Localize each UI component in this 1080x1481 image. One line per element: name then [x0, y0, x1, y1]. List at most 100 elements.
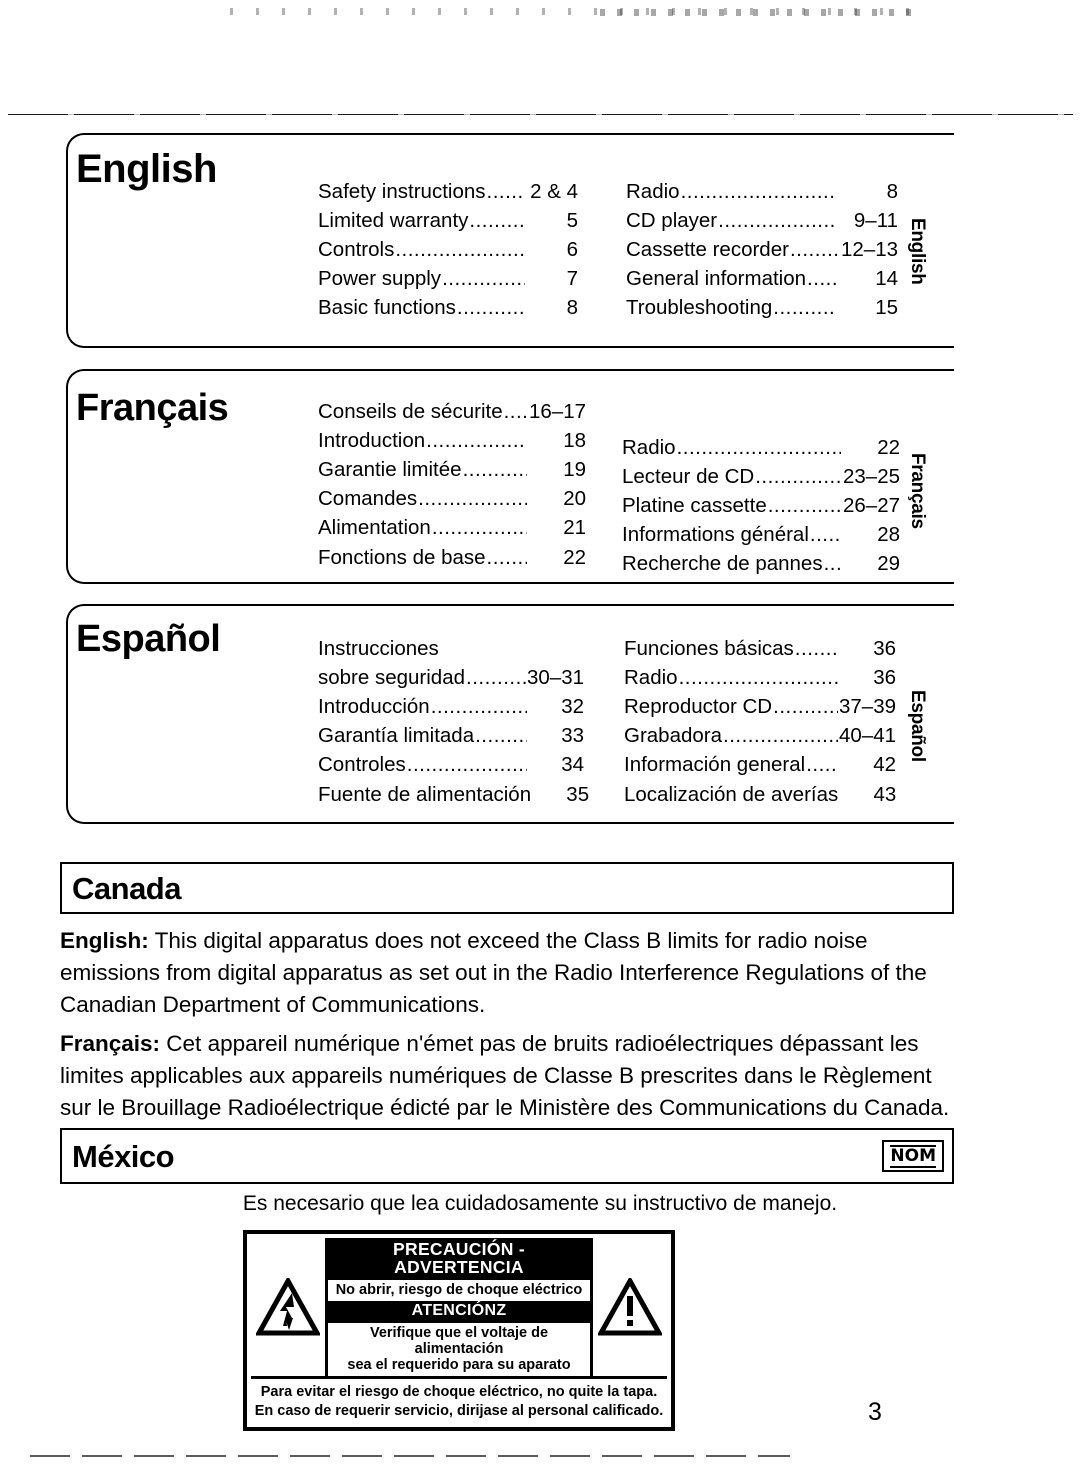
toc-leader-dots: ........................................…	[718, 209, 837, 233]
toc-entry-page: 12–13	[840, 238, 898, 262]
toc-leader-dots: ........................................…	[430, 695, 527, 719]
scan-artifact-top-secondary	[600, 9, 920, 16]
placard-top-row: PRECAUCIÓN - ADVERTENCIA No abrir, riesg…	[251, 1238, 667, 1380]
toc-entry-label: Informations général	[622, 523, 809, 547]
toc-leader-dots: ........................................…	[466, 666, 526, 690]
toc-entry-page: 16–17	[528, 400, 586, 423]
toc-entry[interactable]: Informations général....................…	[622, 520, 900, 549]
toc-leader-dots: ........................................…	[678, 666, 839, 690]
side-tab-francais: Français	[907, 453, 928, 529]
toc-entry-label: Alimentation	[318, 516, 431, 540]
toc-entry[interactable]: Recherche de pannes.....................…	[622, 549, 900, 578]
lightning-triangle-cell	[251, 1238, 328, 1377]
toc-entry[interactable]: Safety instructions.....................…	[318, 177, 578, 206]
toc-leader-dots: ........................................…	[426, 429, 527, 453]
toc-entry-label: Radio	[622, 436, 676, 459]
toc-entry[interactable]: Introducción............................…	[318, 692, 584, 721]
toc-entry-label: Lecteur de CD	[622, 465, 755, 489]
page-number: 3	[868, 1398, 882, 1426]
toc-entry-label: Controls	[318, 238, 395, 262]
toc-entry[interactable]: Fonctions de base.......................…	[318, 543, 586, 572]
toc-leader-dots: ........................................…	[431, 516, 527, 540]
toc-entry[interactable]: Troubleshooting.........................…	[626, 293, 898, 322]
toc-francais: Conseils de sécurite....................…	[318, 397, 900, 579]
toc-entry-label: Fonctions de base	[318, 545, 486, 569]
toc-entry-page: 22	[877, 436, 900, 459]
toc-entry-page: 21	[563, 516, 586, 540]
toc-entry[interactable]: Radio...................................…	[622, 433, 900, 462]
toc-entry[interactable]: Reproductor CD..........................…	[624, 692, 896, 721]
toc-entry[interactable]: sobre seguridad.........................…	[318, 663, 584, 692]
nom-rule-bottom	[890, 1166, 936, 1168]
toc-entry-page: 6	[566, 238, 578, 262]
canada-english-paragraph: English: This digital apparatus does not…	[60, 925, 956, 1021]
toc-entry-page: 28	[877, 523, 900, 547]
toc-entry[interactable]: General information.....................…	[626, 264, 898, 293]
toc-entry-page: 9–11	[853, 209, 898, 233]
toc-entry[interactable]: Lecteur de CD...........................…	[622, 462, 900, 491]
toc-entry[interactable]: Funciones básicas.......................…	[624, 634, 896, 663]
toc-entry-page: 23–25	[842, 465, 900, 489]
toc-entry[interactable]: Conseils de sécurite....................…	[318, 397, 586, 426]
toc-entry[interactable]: Alimentation............................…	[318, 513, 586, 542]
panel-title-espanol: Español	[76, 618, 221, 660]
toc-entry-label: Fuente de alimentación	[318, 782, 532, 806]
toc-entry[interactable]: CD player...............................…	[626, 206, 898, 235]
toc-leader-dots: ........................................…	[395, 238, 525, 262]
exclamation-triangle-cell	[590, 1238, 667, 1377]
toc-column: Radio...................................…	[626, 177, 898, 323]
toc-entry-label: Recherche de pannes	[622, 552, 823, 576]
language-panel-francais: Français Conseils de sécurite...........…	[66, 369, 952, 584]
panel-rule-top	[84, 369, 954, 371]
toc-column: Conseils de sécurite....................…	[318, 397, 586, 579]
toc-entry[interactable]: Introduction............................…	[318, 426, 586, 455]
toc-column: Safety instructions.....................…	[318, 177, 578, 323]
toc-entry[interactable]: Radio...................................…	[624, 663, 896, 692]
scan-rule-top	[8, 114, 1073, 115]
toc-entry[interactable]: Localización de averías.................…	[624, 780, 896, 809]
language-panel-english: English Safety instructions.............…	[66, 133, 952, 348]
panel-rule-bottom	[84, 582, 954, 584]
toc-leader-dots: ........................................…	[807, 267, 837, 291]
nom-certification-badge: NOM	[882, 1140, 944, 1172]
toc-entry-page: 43	[873, 782, 897, 806]
canada-english-text: This digital apparatus does not exceed t…	[60, 928, 927, 1017]
toc-column: Radio...................................…	[622, 433, 900, 579]
toc-entry-page: 34	[561, 753, 584, 777]
panel-title-francais: Français	[76, 387, 229, 429]
toc-column: Funciones básicas.......................…	[624, 634, 896, 809]
toc-entry[interactable]: Limited warranty........................…	[318, 206, 578, 235]
toc-entry-page: 36	[873, 666, 896, 690]
toc-entry-label: Safety instructions	[318, 180, 486, 203]
toc-entry-label: Controles	[318, 753, 406, 777]
toc-entry[interactable]: Garantie limitée........................…	[318, 455, 586, 484]
toc-entry-page: 8	[566, 296, 578, 320]
toc-entry[interactable]: Garantía limitada.......................…	[318, 721, 584, 750]
panel-rule-bottom	[84, 346, 954, 348]
scan-rule-bottom	[30, 1455, 790, 1457]
toc-entry[interactable]: Radio...................................…	[626, 177, 898, 206]
toc-entry[interactable]: Instrucciones...........................…	[318, 634, 584, 663]
toc-entry[interactable]: Controles...............................…	[318, 750, 584, 779]
toc-leader-dots: ........................................…	[418, 487, 527, 511]
toc-entry[interactable]: Comandes................................…	[318, 484, 586, 513]
toc-entry[interactable]: Cassette recorder.......................…	[626, 235, 898, 264]
toc-entry-label: General information	[626, 267, 807, 291]
placard-footer-line1: Para evitar el riesgo de choque eléctric…	[260, 1384, 658, 1401]
toc-entry[interactable]: Información general.....................…	[624, 750, 896, 779]
placard-subheading-no-abrir: No abrir, riesgo de choque eléctrico	[328, 1279, 590, 1301]
toc-entry[interactable]: Controls................................…	[318, 235, 578, 264]
toc-entry[interactable]: Power supply............................…	[318, 264, 578, 293]
side-tab-english: English	[907, 218, 928, 285]
toc-entry[interactable]: Grabadora...............................…	[624, 721, 896, 750]
toc-entry-label: Basic functions	[318, 296, 456, 320]
toc-entry-page: 20	[563, 487, 586, 511]
placard-footer: Para evitar el riesgo de choque eléctric…	[251, 1379, 667, 1422]
toc-leader-dots: ........................................…	[469, 209, 525, 233]
toc-entry[interactable]: Fuente de alimentación..................…	[318, 780, 589, 809]
toc-entry-page: 26–27	[842, 494, 900, 518]
toc-entry[interactable]: Platine cassette........................…	[622, 491, 900, 520]
toc-entry-page: 14	[875, 267, 898, 291]
region-title-canada: Canada	[72, 870, 181, 906]
toc-entry[interactable]: Basic functions.........................…	[318, 293, 578, 322]
